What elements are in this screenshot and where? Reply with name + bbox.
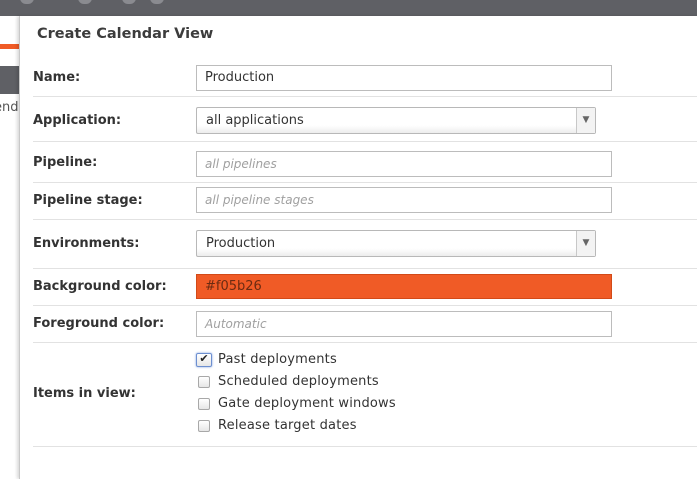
past-deployments-checkbox[interactable]: ✔ xyxy=(196,353,212,367)
environments-label: Environments: xyxy=(33,236,140,251)
application-selected-value: all applications xyxy=(206,113,304,128)
application-label: Application: xyxy=(33,113,122,128)
name-row: Name: Production xyxy=(33,60,697,97)
environments-select[interactable]: Production ▼ xyxy=(196,230,596,257)
pipeline-stage-label: Pipeline stage: xyxy=(33,193,143,208)
name-input[interactable]: Production xyxy=(196,65,612,91)
gate-deployment-windows-label[interactable]: Gate deployment windows xyxy=(218,396,396,411)
app-logo-fragment xyxy=(78,0,92,4)
pipeline-label: Pipeline: xyxy=(33,155,98,170)
scheduled-deployments-checkbox[interactable] xyxy=(198,376,210,388)
app-logo-fragment xyxy=(150,0,164,4)
background-color-row: Background color: #f05b26 xyxy=(33,269,697,306)
name-label: Name: xyxy=(33,70,81,85)
environments-row: Environments: Production ▼ xyxy=(33,220,697,269)
underlay-nav-bar xyxy=(0,66,20,94)
dialog-title: Create Calendar View xyxy=(37,26,214,42)
pipeline-row: Pipeline: all pipelines xyxy=(33,142,697,183)
create-calendar-view-dialog: Create Calendar View Name: Production Ap… xyxy=(19,16,697,479)
triangle-down-icon[interactable]: ▼ xyxy=(576,231,595,256)
pipeline-stage-input[interactable]: all pipeline stages xyxy=(196,187,612,213)
application-select[interactable]: all applications ▼ xyxy=(196,107,596,134)
app-logo-fragment xyxy=(20,0,34,4)
items-in-view-label: Items in view: xyxy=(33,386,136,401)
underlay-partial-text: end xyxy=(0,100,20,115)
release-target-dates-checkbox[interactable] xyxy=(198,420,210,432)
gate-deployment-windows-checkbox[interactable] xyxy=(198,398,210,410)
application-row: Application: all applications ▼ xyxy=(33,97,697,142)
app-logo-fragment xyxy=(122,0,136,4)
past-deployments-label[interactable]: Past deployments xyxy=(218,352,337,367)
scheduled-deployments-label[interactable]: Scheduled deployments xyxy=(218,374,379,389)
underlay-accent-bar xyxy=(0,44,20,49)
release-target-dates-label[interactable]: Release target dates xyxy=(218,418,357,433)
triangle-down-icon[interactable]: ▼ xyxy=(576,108,595,133)
foreground-color-input[interactable]: Automatic xyxy=(196,311,612,337)
underlay-partial-label: end xyxy=(0,100,19,115)
background-color-input[interactable]: #f05b26 xyxy=(196,274,612,299)
foreground-color-label: Foreground color: xyxy=(33,316,165,331)
app-top-bar xyxy=(0,0,697,16)
pipeline-stage-row: Pipeline stage: all pipeline stages xyxy=(33,183,697,220)
foreground-color-row: Foreground color: Automatic xyxy=(33,306,697,343)
environments-selected-value: Production xyxy=(206,236,276,251)
pipeline-input[interactable]: all pipelines xyxy=(196,151,612,177)
items-in-view-row: Items in view: ✔ Past deployments Schedu… xyxy=(33,343,697,447)
background-color-label: Background color: xyxy=(33,279,167,294)
checkmark-icon: ✔ xyxy=(199,352,209,365)
